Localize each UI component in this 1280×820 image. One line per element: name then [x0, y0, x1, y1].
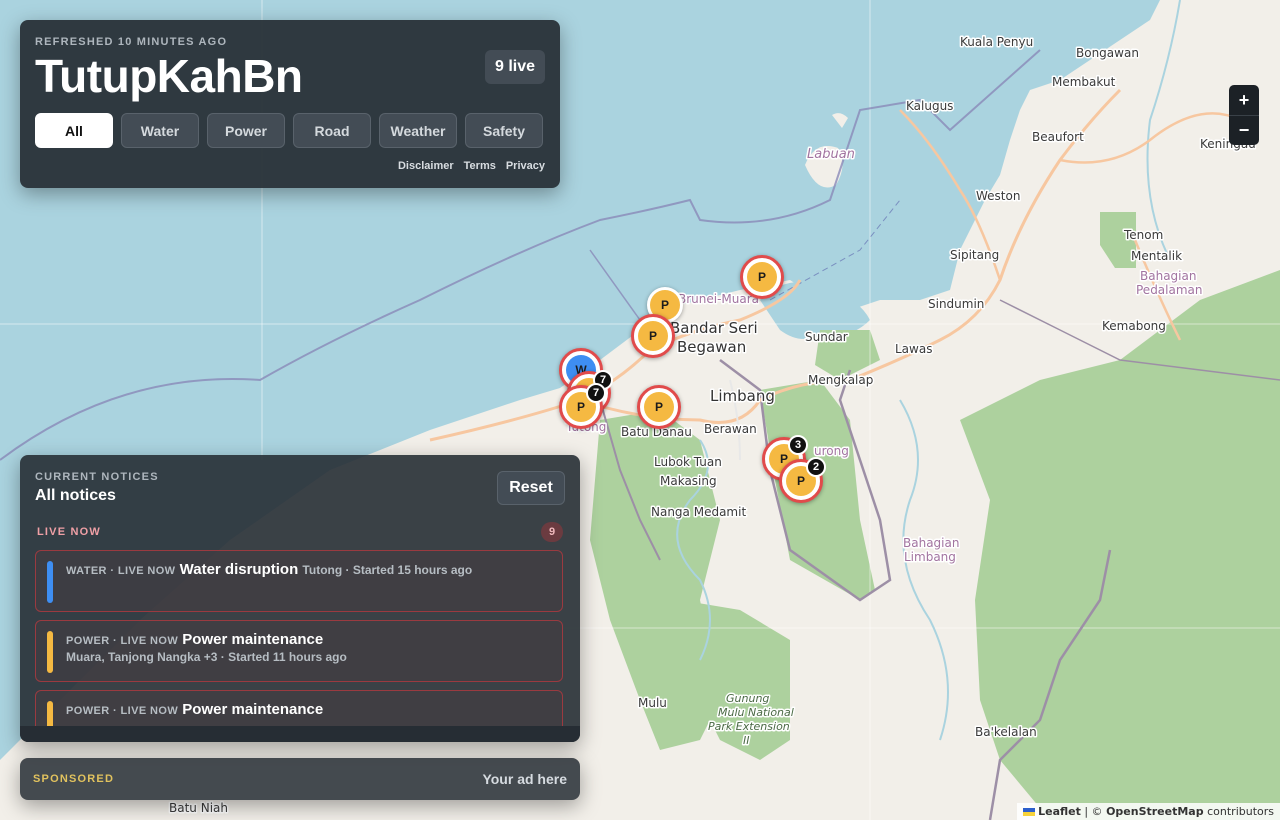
filter-safety-button[interactable]: Safety: [465, 113, 543, 148]
map-label-sundar: Sundar: [805, 330, 848, 344]
map-label-beaufort: Beaufort: [1032, 130, 1084, 144]
notice-meta: Tutong · Started 15 hours ago: [302, 563, 473, 577]
incident-marker-power[interactable]: P: [637, 385, 681, 429]
marker-letter: P: [747, 262, 777, 292]
osm-link[interactable]: OpenStreetMap: [1106, 805, 1204, 818]
notices-panel: CURRENT NOTICES All notices Reset LIVE N…: [20, 455, 580, 742]
attribution-suffix: contributors: [1203, 805, 1274, 818]
notice-category-bar: [47, 561, 53, 603]
notices-title: All notices: [35, 487, 116, 504]
notice-line: POWER · LIVE NOW Power maintenance: [66, 631, 550, 650]
notice-title: Power maintenance: [182, 701, 324, 718]
map-label-gunung-2: Mulu National: [718, 706, 794, 719]
notice-category-bar: [47, 631, 53, 673]
map-attribution: Leaflet | © OpenStreetMap contributors: [1017, 803, 1280, 820]
map-label-temburong: urong: [814, 444, 849, 458]
map-label-bahagian-pedalaman-2: Pedalaman: [1136, 283, 1203, 297]
ukraine-flag-icon: [1023, 808, 1036, 816]
filter-power-button[interactable]: Power: [207, 113, 285, 148]
footer-links: Disclaimer Terms Privacy: [398, 160, 545, 172]
map-label-membakut: Membakut: [1052, 75, 1116, 89]
notice-title: Power maintenance: [182, 631, 324, 648]
live-now-count: 9: [541, 522, 563, 542]
reset-button[interactable]: Reset: [497, 471, 565, 505]
map-label-makasing: Makasing: [660, 474, 717, 488]
map-label-limbang: Limbang: [710, 387, 775, 405]
app-title: TutupKahBn: [35, 50, 303, 102]
map-label-gunung-4: II: [743, 734, 750, 747]
notice-item[interactable]: WATER · LIVE NOW Water disruption Tutong…: [35, 550, 563, 612]
map-label-sipitang: Sipitang: [950, 248, 999, 262]
privacy-link[interactable]: Privacy: [506, 160, 545, 172]
map-label-brunei-muara: Brunei-Muara: [678, 292, 759, 306]
map-label-bahagian-pedalaman-1: Bahagian: [1140, 269, 1196, 283]
map-label-tenom: Tenom: [1123, 228, 1163, 242]
filter-road-button[interactable]: Road: [293, 113, 371, 148]
notice-category: POWER · LIVE NOW: [66, 635, 179, 647]
map-label-kuala-penyu: Kuala Penyu: [960, 35, 1033, 49]
notice-meta: Muara, Tanjong Nangka +3 · Started 11 ho…: [66, 650, 347, 664]
map-label-bahagian-limbang-2: Limbang: [904, 550, 956, 564]
map-label-mentalik: Mentalik: [1131, 249, 1182, 263]
ad-placeholder[interactable]: Your ad here: [482, 771, 567, 787]
zoom-control: + −: [1229, 85, 1259, 145]
map-label-batu-niah: Batu Niah: [169, 801, 228, 815]
map-label-lubok-tuan: Lubok Tuan: [654, 455, 722, 469]
disclaimer-link[interactable]: Disclaimer: [398, 160, 454, 172]
incident-marker-power[interactable]: P: [631, 314, 675, 358]
map-label-mulu: Mulu: [638, 696, 667, 710]
cluster-count-badge[interactable]: 7: [586, 383, 606, 403]
refreshed-status: REFRESHED 10 MINUTES AGO: [35, 36, 228, 48]
category-filters: All Water Power Road Weather Safety: [35, 113, 543, 148]
leaflet-link[interactable]: Leaflet: [1038, 805, 1081, 818]
map-label-mengkalap: Mengkalap: [808, 373, 873, 387]
map-label-sindumin: Sindumin: [928, 297, 984, 311]
terms-link[interactable]: Terms: [464, 160, 496, 172]
live-now-label: LIVE NOW: [37, 526, 101, 538]
notice-category: WATER · LIVE NOW: [66, 565, 176, 577]
live-count-badge: 9 live: [484, 50, 545, 84]
notices-scroll-fade: [20, 726, 580, 742]
notice-item[interactable]: POWER · LIVE NOW Power maintenance Muara…: [35, 620, 563, 682]
map-label-gunung-3: Park Extension: [708, 720, 790, 733]
map-label-weston: Weston: [976, 189, 1020, 203]
map-label-berawan: Berawan: [704, 422, 757, 436]
map-label-kalugus: Kalugus: [906, 99, 953, 113]
map-label-bakelalan: Ba'kelalan: [975, 725, 1037, 739]
notices-kicker: CURRENT NOTICES: [35, 471, 159, 483]
live-now-row: LIVE NOW 9: [37, 522, 563, 542]
filter-weather-button[interactable]: Weather: [379, 113, 457, 148]
map-label-kemabong: Kemabong: [1102, 319, 1166, 333]
filter-water-button[interactable]: Water: [121, 113, 199, 148]
marker-letter: P: [644, 392, 674, 422]
cluster-count-badge[interactable]: 3: [788, 435, 808, 455]
notice-title: Water disruption: [179, 561, 299, 578]
notice-category: POWER · LIVE NOW: [66, 705, 179, 717]
filter-all-button[interactable]: All: [35, 113, 113, 148]
sponsored-label: SPONSORED: [33, 773, 115, 785]
map-label-bahagian-limbang-1: Bahagian: [903, 536, 959, 550]
attribution-separator: | ©: [1080, 805, 1107, 818]
map-label-gunung-1: Gunung: [726, 692, 769, 705]
notice-line: WATER · LIVE NOW Water disruption Tutong…: [66, 561, 550, 580]
header-panel: REFRESHED 10 MINUTES AGO TutupKahBn 9 li…: [20, 20, 560, 188]
zoom-in-button[interactable]: +: [1229, 85, 1259, 115]
zoom-out-button[interactable]: −: [1229, 115, 1259, 145]
cluster-count-badge[interactable]: 2: [806, 457, 826, 477]
sponsored-bar[interactable]: SPONSORED Your ad here: [20, 758, 580, 800]
map-label-begawan: Begawan: [677, 338, 746, 356]
map-label-lawas: Lawas: [895, 342, 932, 356]
notice-line: POWER · LIVE NOW Power maintenance: [66, 701, 550, 720]
map-label-bongawan: Bongawan: [1076, 46, 1139, 60]
map-label-labuan: Labuan: [807, 147, 855, 162]
map-label-nanga-medamit: Nanga Medamit: [651, 505, 746, 519]
incident-marker-power[interactable]: P: [740, 255, 784, 299]
map-label-bandar-seri: Bandar Seri: [670, 319, 758, 337]
marker-letter: P: [638, 321, 668, 351]
